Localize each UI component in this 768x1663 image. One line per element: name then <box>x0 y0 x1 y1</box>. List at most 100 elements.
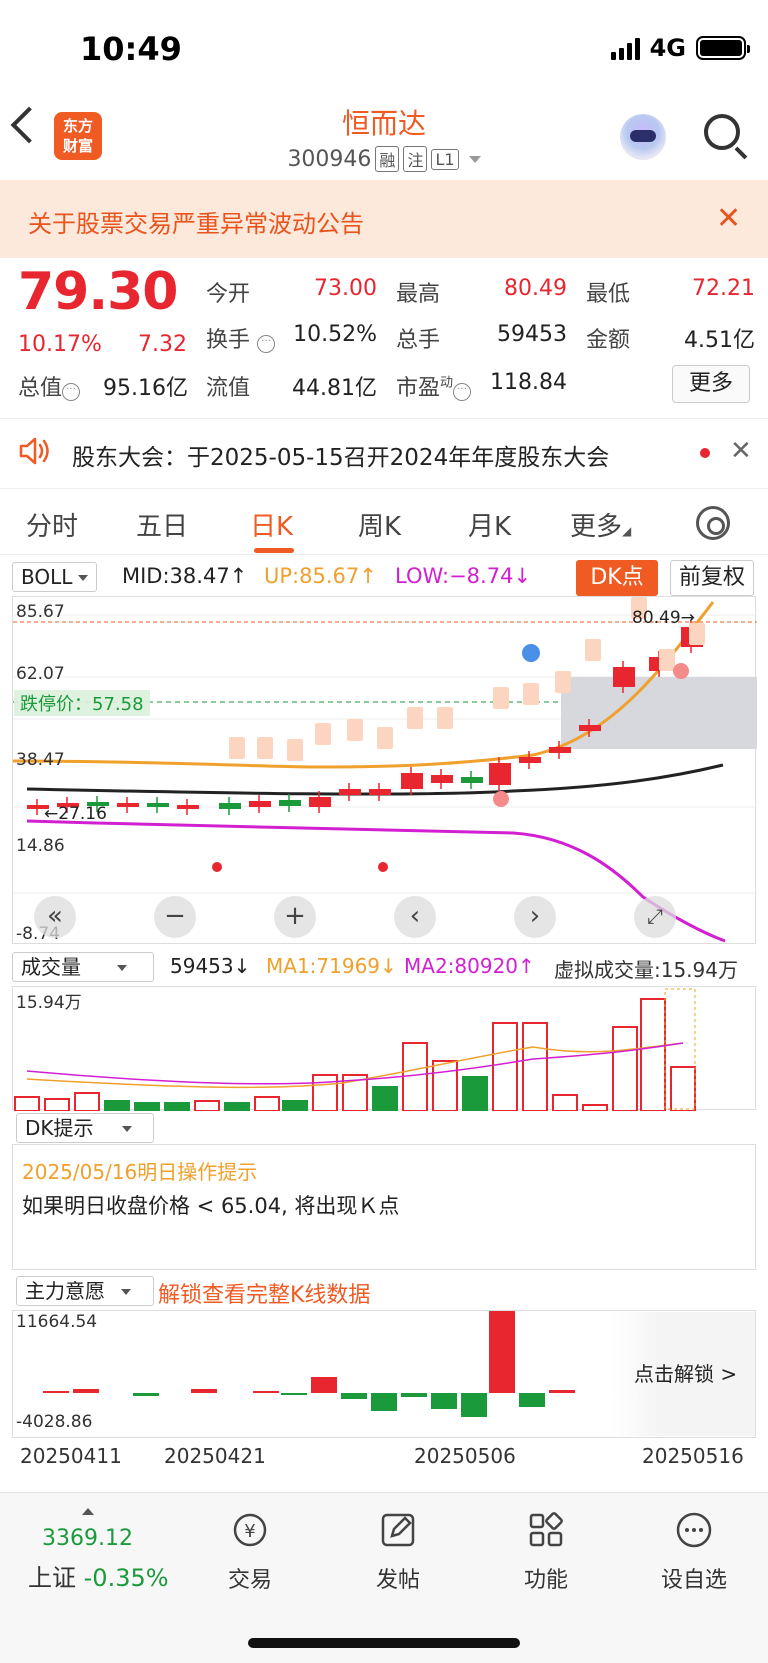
status-time: 10:49 <box>80 30 182 68</box>
volume-bar <box>522 1022 548 1111</box>
candle-body <box>309 797 331 807</box>
indicator-select-dk[interactable]: DK提示 <box>16 1113 154 1143</box>
volume-bar <box>552 1094 578 1111</box>
zoom-in-icon[interactable]: + <box>274 896 316 938</box>
current-price: 79.30 <box>18 262 178 322</box>
candle-body <box>117 803 139 807</box>
pe-label-text: 市盈 <box>396 376 441 401</box>
indicator-select-main-force[interactable]: 主力意愿 <box>16 1276 154 1306</box>
pe-label: 市盈动 ··· <box>396 370 472 402</box>
volume-label: 总手 <box>396 328 441 353</box>
volume-bar <box>74 1092 100 1111</box>
signal-marker <box>377 727 393 749</box>
tag-margin: 融 <box>375 146 400 172</box>
float-cap-value: 44.81亿 <box>292 376 377 401</box>
info-icon[interactable]: ··· <box>453 383 472 401</box>
volume-bar <box>104 1100 130 1111</box>
indicator-select-volume[interactable]: 成交量 <box>12 952 154 982</box>
main-force-y-bottom: -4028.86 <box>16 1412 93 1432</box>
low-annotation: ←27.16 <box>44 804 107 824</box>
close-icon[interactable]: ✕ <box>716 204 741 234</box>
nav-trade-label: 交易 <box>227 1568 272 1593</box>
chevron-down-icon[interactable] <box>468 155 481 163</box>
adjust-button[interactable]: 前复权 <box>670 560 754 596</box>
tab-five-day[interactable]: 五日 <box>136 506 188 543</box>
announcement-text[interactable]: 关于股票交易严重异常波动公告 <box>28 204 364 239</box>
edit-icon <box>381 1513 415 1547</box>
unlock-button[interactable]: 点击解锁 > <box>634 1358 737 1387</box>
info-icon[interactable]: ··· <box>62 383 81 401</box>
open-label: 今开 <box>206 282 251 307</box>
indicator-name: DK提示 <box>25 1116 94 1140</box>
change-amount: 7.32 <box>138 332 187 357</box>
nav-post[interactable]: 发帖 <box>348 1510 448 1594</box>
nav-functions[interactable]: 功能 <box>496 1510 596 1594</box>
signal-marker <box>347 719 363 741</box>
status-indicators: 4G <box>610 34 750 62</box>
expand-up-icon[interactable] <box>82 1508 94 1515</box>
indicator-select-boll[interactable]: BOLL <box>12 562 98 592</box>
tab-intraday[interactable]: 分时 <box>26 506 78 543</box>
volume-chart[interactable] <box>12 986 756 1111</box>
unlock-link[interactable]: 解锁查看完整K线数据 <box>158 1277 370 1309</box>
divider <box>0 418 768 419</box>
chevron-down-icon <box>78 575 89 581</box>
buy-marker <box>493 791 509 807</box>
buy-marker <box>673 663 689 679</box>
shareholder-meeting-text[interactable]: 股东大会：于2025-05-15召开2024年年度股东大会 <box>72 438 609 472</box>
nav-watchlist[interactable]: 设自选 <box>644 1510 744 1594</box>
search-icon[interactable] <box>704 114 740 150</box>
tab-daily-k[interactable]: 日K <box>250 506 293 543</box>
scroll-far-left-icon[interactable]: « <box>34 896 76 938</box>
tab-monthly-k[interactable]: 月K <box>468 506 511 543</box>
main-force-bar <box>401 1393 427 1397</box>
candle-body <box>579 725 601 731</box>
kline-chart[interactable] <box>12 596 757 944</box>
nav-trade[interactable]: ¥ 交易 <box>200 1510 300 1594</box>
tab-weekly-k[interactable]: 周K <box>358 506 401 543</box>
open-value: 73.00 <box>314 276 377 301</box>
main-force-bar <box>341 1393 367 1399</box>
float-cap-label: 流值 <box>206 376 251 401</box>
kline-svg <box>13 597 757 943</box>
ai-assistant-icon[interactable] <box>620 114 666 160</box>
volume-bar <box>312 1074 338 1111</box>
volume-bar <box>14 1096 40 1111</box>
candle-body <box>489 763 511 785</box>
step-right-icon[interactable]: › <box>514 896 556 938</box>
fullscreen-icon[interactable]: ⤢ <box>634 896 676 938</box>
close-icon[interactable]: ✕ <box>730 436 752 466</box>
y-label-4: 14.86 <box>16 836 65 856</box>
signal-marker <box>229 737 245 759</box>
volume-value: 59453↓ <box>170 954 251 978</box>
volume-bar <box>670 1066 696 1111</box>
candle-body <box>249 801 271 807</box>
turnover-label-text: 换手 <box>206 328 251 353</box>
volume-bar <box>194 1100 220 1111</box>
gear-icon[interactable] <box>696 506 730 540</box>
index-row[interactable]: 上证 -0.35% <box>28 1558 169 1593</box>
info-icon[interactable]: ··· <box>257 335 276 353</box>
dk-hint-message: 如果明日收盘价格 < 65.04, 将出现Ｋ点 <box>22 1194 400 1218</box>
tab-more[interactable]: 更多◢ <box>570 506 631 543</box>
signal-marker <box>407 707 423 729</box>
volume-bar <box>582 1104 608 1111</box>
volume-bar <box>254 1096 280 1111</box>
more-button[interactable]: 更多 <box>672 365 750 403</box>
volume-bar <box>432 1060 458 1111</box>
y-label-2: 62.07 <box>16 664 65 684</box>
volume-bar <box>164 1102 190 1111</box>
main-force-bar <box>43 1391 69 1393</box>
signal-icon <box>610 36 640 60</box>
step-left-icon[interactable]: ‹ <box>394 896 436 938</box>
signal-marker <box>257 737 273 759</box>
date-label: 20250411 <box>20 1444 122 1468</box>
turnover-value: 10.52% <box>293 322 377 347</box>
index-value[interactable]: 3369.12 <box>42 1526 133 1551</box>
market-cap-value: 95.16亿 <box>103 376 188 401</box>
indicator-name: BOLL <box>21 565 73 589</box>
volume-bar <box>612 1026 638 1111</box>
dk-point-button[interactable]: DK点 <box>576 560 658 596</box>
zoom-out-icon[interactable]: − <box>154 896 196 938</box>
candle-body <box>339 789 361 795</box>
